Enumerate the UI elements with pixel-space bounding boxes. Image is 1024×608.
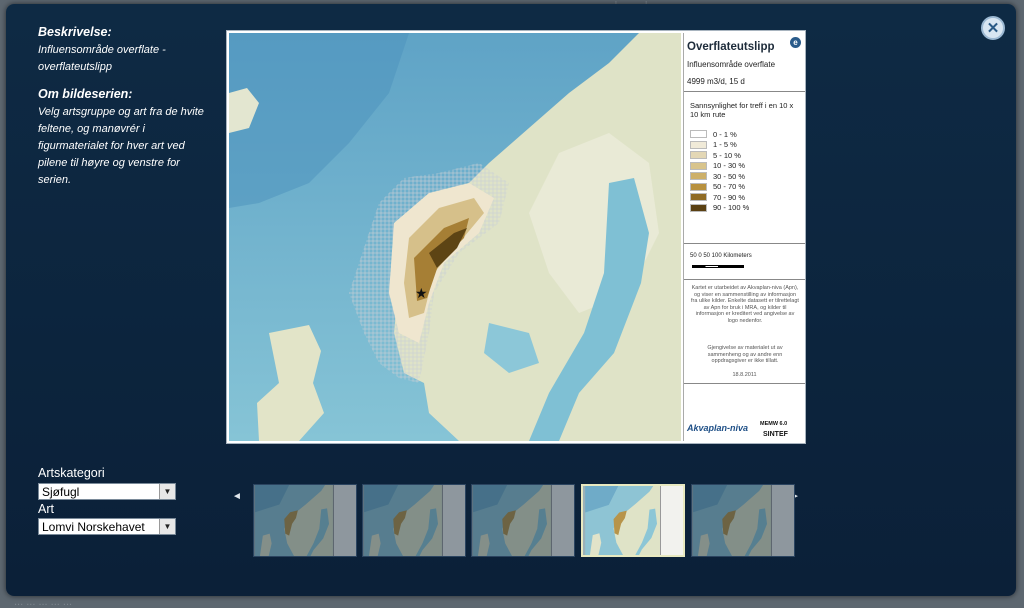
legend-class-row: 0 - 1 % [690, 129, 737, 139]
species-label: Art [38, 502, 54, 516]
category-value: Sjøfugl [42, 484, 80, 499]
carousel-prev-arrow[interactable]: ◄ [232, 491, 242, 502]
legend-swatch [690, 140, 707, 149]
legend-class-label: 90 - 100 % [713, 203, 750, 212]
legend-class-label: 50 - 70 % [713, 182, 746, 191]
info-logo-icon: e [790, 37, 801, 48]
legend-swatch [690, 182, 707, 191]
legend-swatch [690, 151, 707, 159]
legend-subtitle: Influensområde overflate [687, 60, 776, 69]
legend-rate: 4999 m3/d, 15 d [687, 77, 745, 86]
chevron-down-icon[interactable]: ▼ [159, 519, 175, 534]
legend-class-row: 30 - 50 % [690, 171, 745, 181]
close-icon[interactable]: ✕ [981, 16, 1005, 40]
thumb-3[interactable] [471, 484, 575, 557]
species-value: Lomvi Norskehavet [42, 519, 145, 534]
legend-swatch [690, 161, 707, 170]
sintef-logo: SINTEF [763, 431, 788, 438]
info-panel: Beskrivelse: Influensområde overflate - … [38, 24, 208, 199]
lightbox-modal: ✕ Beskrivelse: Influensområde overflate … [6, 4, 1016, 596]
category-select[interactable]: Sjøfugl ▼ [38, 483, 176, 500]
thumbnail-dim-overlay [363, 485, 465, 556]
release-point-icon: ★ [415, 286, 428, 302]
legend-class-row: 5 - 10 % [690, 150, 741, 160]
species-select[interactable]: Lomvi Norskehavet ▼ [38, 518, 176, 535]
thumbnail-dim-overlay [472, 485, 574, 556]
background-bottom-text: ... ... ... ... ... [14, 596, 73, 608]
map-legend: e Overflateutslipp Influensområde overfl… [683, 33, 805, 441]
legend-swatch [690, 130, 707, 138]
legend-swatch [690, 193, 707, 201]
series-text: Velg artsgruppe og art fra de hvite felt… [38, 106, 204, 186]
legend-note: Kartet er utarbeidet av Akvaplan-niva (A… [691, 285, 799, 324]
legend-date: 18.8.2011 [732, 372, 757, 378]
thumb-1[interactable] [253, 484, 357, 557]
legend-class-label: 0 - 1 % [713, 129, 737, 139]
legend-swatch [690, 172, 707, 180]
scale-label: 50 0 50 100 Kilometers [690, 253, 752, 259]
scale-bar [692, 265, 744, 268]
legend-class-label: 5 - 10 % [713, 150, 741, 160]
legend-note-2: Gjengivelse av materialet ut av sammenhe… [707, 345, 783, 364]
legend-class-row: 10 - 30 % [690, 161, 745, 171]
legend-class-label: 10 - 30 % [713, 161, 746, 170]
legend-divider [684, 279, 805, 280]
thumbnail-map [585, 486, 661, 555]
description-text: Influensområde overflate - overflateutsl… [38, 44, 166, 73]
main-map-image: ★ e Overflateutslipp Influensområde over… [226, 30, 806, 444]
legend-class-label: 70 - 90 % [713, 192, 746, 202]
legend-heading: Sannsynlighet for treff i en 10 x 10 km … [690, 101, 794, 119]
series-heading: Om bildeserien: [38, 87, 133, 101]
legend-class-label: 1 - 5 % [713, 140, 737, 149]
thumb-4[interactable] [581, 484, 685, 557]
legend-title: Overflateutslipp [687, 41, 775, 53]
legend-class-row: 50 - 70 % [690, 182, 745, 192]
thumb-5[interactable] [691, 484, 795, 557]
legend-class-row: 90 - 100 % [690, 203, 749, 213]
legend-divider [684, 383, 805, 384]
description-heading: Beskrivelse: [38, 25, 112, 39]
chevron-down-icon[interactable]: ▼ [159, 484, 175, 499]
legend-class-label: 30 - 50 % [713, 171, 746, 181]
legend-class-row: 70 - 90 % [690, 192, 745, 202]
category-label: Artskategori [38, 466, 105, 480]
legend-divider [684, 243, 805, 244]
map-graphic: ★ [229, 33, 681, 441]
memw-label: MEMW 6.0 [760, 421, 788, 427]
legend-class-row: 1 - 5 % [690, 140, 737, 150]
thumbnail-dim-overlay [254, 485, 356, 556]
legend-divider [684, 91, 805, 92]
thumbnail-dim-overlay [692, 485, 794, 556]
akvaplan-logo: Akvaplan-niva [687, 423, 749, 433]
thumb-2[interactable] [362, 484, 466, 557]
legend-swatch [690, 203, 707, 212]
thumbnail-legend [660, 486, 683, 555]
